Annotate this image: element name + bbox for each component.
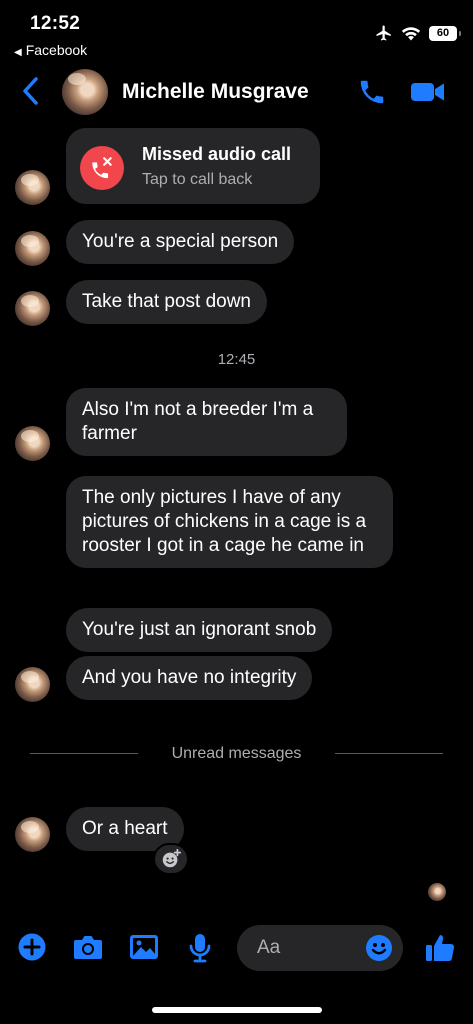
- camera-icon[interactable]: [72, 932, 104, 962]
- sender-avatar[interactable]: [15, 817, 50, 852]
- missed-call-subtitle: Tap to call back: [142, 171, 253, 188]
- unread-messages-label: Unread messages: [171, 745, 302, 762]
- status-icons: 60: [375, 24, 461, 42]
- message-bubble[interactable]: The only pictures I have of any pictures…: [66, 476, 393, 568]
- status-time: 12:52: [30, 13, 81, 34]
- phone-icon[interactable]: [357, 77, 387, 107]
- conversation-header: Michelle Musgrave: [0, 64, 473, 120]
- message-bubble[interactable]: You're just an ignorant snob: [66, 608, 333, 652]
- status-bar: 12:52 ◀ Facebook 60: [0, 0, 473, 64]
- add-reaction-button[interactable]: [153, 843, 189, 875]
- sender-avatar[interactable]: [15, 291, 50, 326]
- add-reaction-icon: [162, 848, 182, 868]
- chevron-left-icon[interactable]: [20, 76, 42, 106]
- smiley-icon[interactable]: [365, 934, 393, 962]
- plus-icon[interactable]: [17, 932, 47, 962]
- message-input-box[interactable]: [237, 925, 403, 971]
- home-indicator[interactable]: [152, 1007, 322, 1013]
- battery-indicator: 60: [429, 25, 461, 41]
- message-bubble[interactable]: Take that post down: [66, 280, 267, 324]
- airplane-icon: [376, 25, 391, 41]
- sender-avatar[interactable]: [15, 231, 50, 266]
- microphone-icon[interactable]: [187, 932, 213, 964]
- message-timestamp: 12:45: [217, 351, 256, 368]
- wifi-icon: [401, 27, 421, 41]
- sender-avatar[interactable]: [15, 667, 50, 702]
- thumbs-up-icon[interactable]: [424, 932, 456, 964]
- back-triangle-icon: ◀: [14, 47, 22, 58]
- video-camera-icon[interactable]: [410, 80, 446, 104]
- message-composer: [0, 920, 473, 980]
- seen-receipt-avatar: [428, 883, 446, 901]
- unread-divider-line-right: [335, 753, 443, 754]
- message-bubble[interactable]: And you have no integrity: [66, 656, 313, 700]
- missed-call-title: Missed audio call: [142, 144, 292, 164]
- missed-call-icon: [80, 146, 124, 190]
- message-input[interactable]: [257, 937, 357, 959]
- sender-avatar[interactable]: [15, 170, 50, 205]
- missed-call-card[interactable]: Missed audio call Tap to call back: [66, 128, 320, 204]
- back-app-label: Facebook: [25, 42, 88, 58]
- image-icon[interactable]: [128, 932, 160, 962]
- message-bubble[interactable]: You're a special person: [66, 220, 295, 264]
- back-to-app-link[interactable]: ◀ Facebook: [14, 42, 87, 58]
- contact-avatar[interactable]: [62, 69, 108, 115]
- sender-avatar[interactable]: [15, 426, 50, 461]
- contact-name[interactable]: Michelle Musgrave: [122, 80, 309, 104]
- message-bubble[interactable]: Also I'm not a breeder I'm a farmer: [66, 388, 347, 456]
